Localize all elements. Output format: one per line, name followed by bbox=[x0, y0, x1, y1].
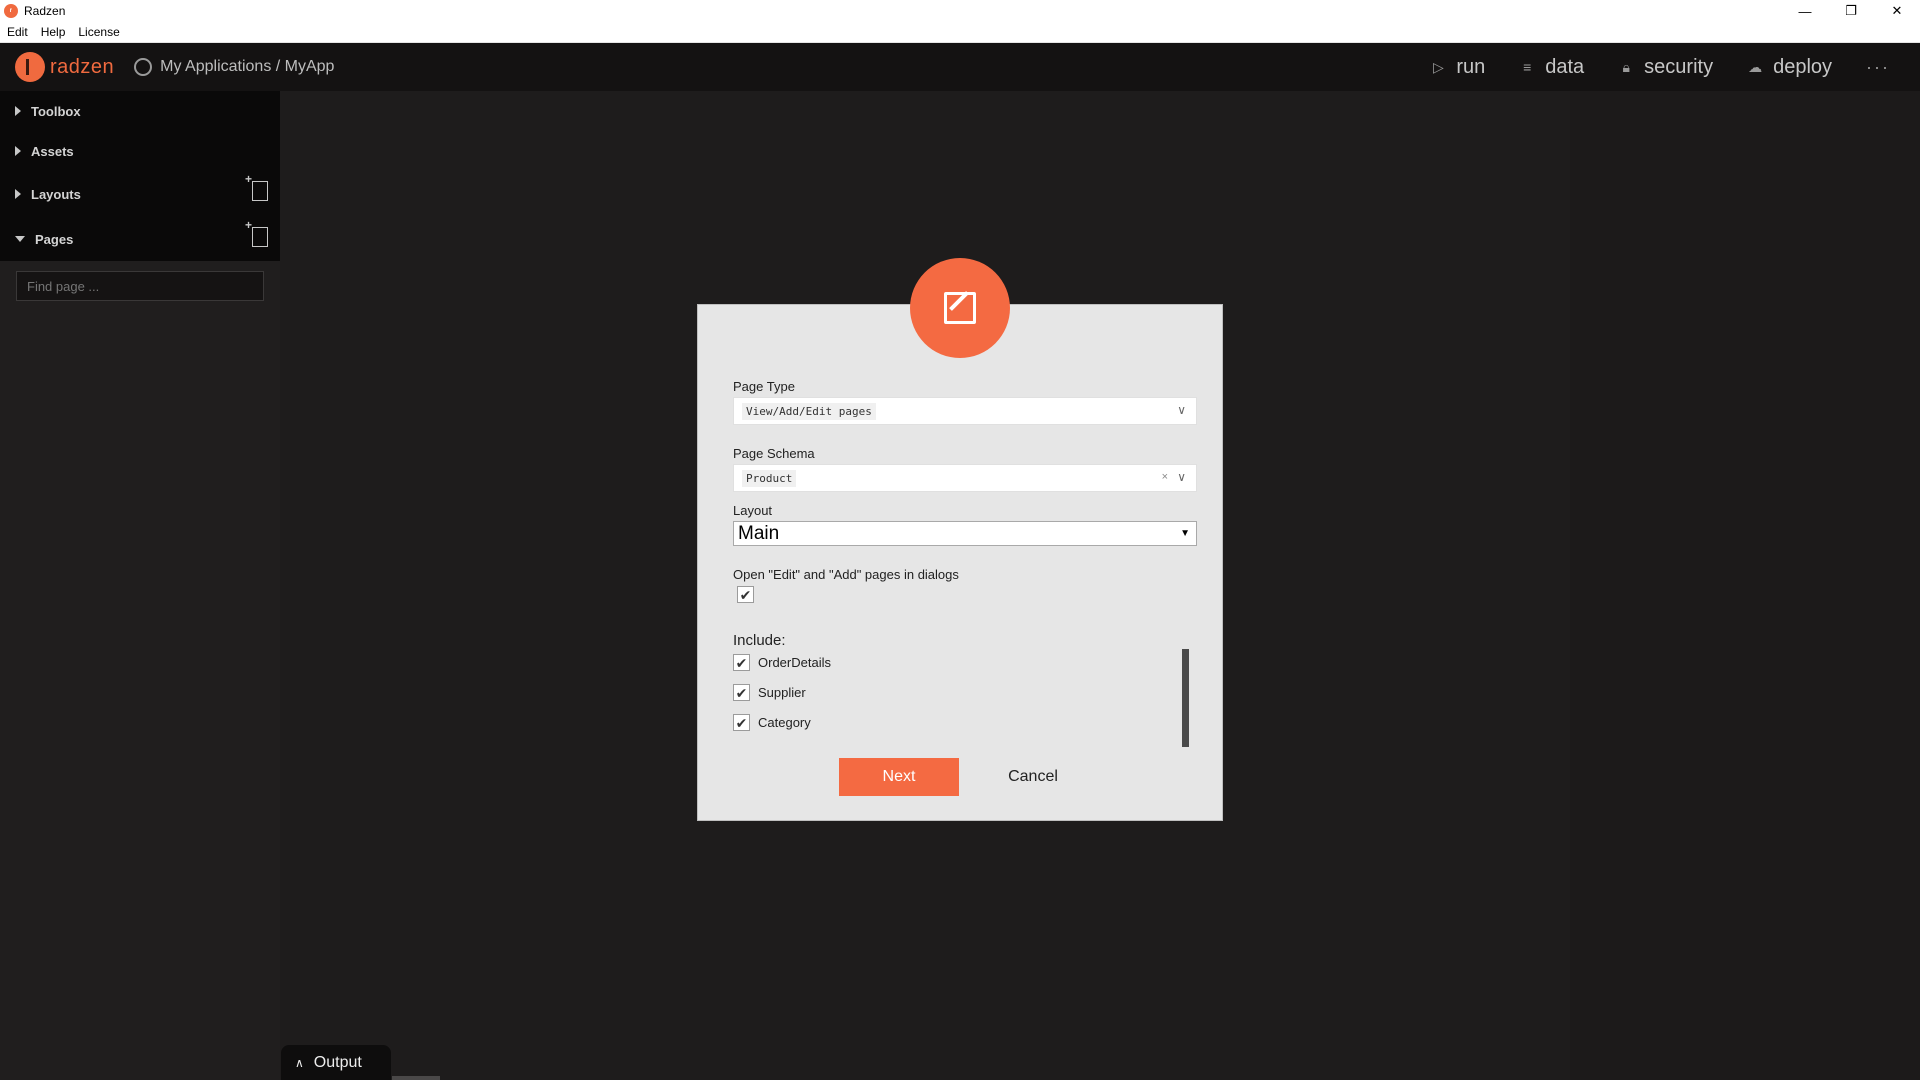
chevron-down-icon: ∨ bbox=[1177, 403, 1186, 417]
output-tab[interactable]: ∧ Output bbox=[281, 1045, 391, 1080]
menu-help[interactable]: Help bbox=[34, 25, 72, 39]
window-controls: — ❐ ✕ bbox=[1782, 0, 1920, 22]
caret-right-icon bbox=[15, 146, 21, 156]
dashboard-icon bbox=[134, 58, 153, 76]
security-button[interactable]: 🔒︎ security bbox=[1618, 56, 1713, 79]
include-category-checkbox[interactable]: ✔ bbox=[733, 714, 750, 731]
window-title-bar: ʳ Radzen — ❐ ✕ bbox=[0, 0, 1920, 22]
data-label: data bbox=[1545, 55, 1585, 78]
dialog-header-badge bbox=[910, 258, 1010, 358]
radzen-app-icon: ʳ bbox=[4, 4, 18, 18]
output-label: Output bbox=[313, 1053, 362, 1071]
cloud-upload-icon: ☁ bbox=[1748, 58, 1763, 75]
breadcrumb[interactable]: My Applications / MyApp bbox=[134, 58, 334, 76]
output-resize-handle[interactable] bbox=[392, 1076, 440, 1080]
layers-icon: ≡ bbox=[1523, 59, 1532, 75]
page-type-select[interactable]: View/Add/Edit pages ∨ bbox=[733, 397, 1197, 425]
minimize-icon[interactable]: — bbox=[1782, 0, 1828, 22]
layout-value: Main bbox=[738, 522, 780, 544]
close-icon[interactable]: ✕ bbox=[1874, 0, 1920, 22]
logo-text: radzen bbox=[50, 55, 115, 78]
radzen-window: ʳ Radzen — ❐ ✕ Edit Help License radzen … bbox=[0, 0, 1920, 1080]
menu-edit[interactable]: Edit bbox=[0, 25, 34, 39]
menu-license[interactable]: License bbox=[71, 25, 125, 39]
header-actions: ▷ run ≡ data 🔒︎ security ☁ deploy ··· bbox=[1430, 43, 1920, 91]
edit-icon bbox=[944, 292, 976, 324]
dialogs-option-checkbox[interactable]: ✔ bbox=[737, 586, 754, 603]
window-title: Radzen bbox=[24, 4, 66, 18]
sidebar-item-toolbox[interactable]: Toolbox bbox=[0, 91, 280, 131]
dialogs-option-label: Open "Edit" and "Add" pages in dialogs bbox=[733, 567, 959, 582]
run-label: run bbox=[1456, 55, 1486, 78]
caret-right-icon bbox=[15, 106, 21, 116]
chevron-down-icon: ∨ bbox=[1177, 470, 1186, 484]
include-orderdetails-label: OrderDetails bbox=[758, 655, 831, 670]
play-icon: ▷ bbox=[1432, 58, 1444, 75]
add-page-icon[interactable] bbox=[245, 219, 268, 247]
caret-right-icon bbox=[15, 189, 21, 199]
page-type-label: Page Type bbox=[733, 379, 795, 394]
sidebar-item-assets[interactable]: Assets bbox=[0, 131, 280, 171]
data-button[interactable]: ≡ data bbox=[1519, 56, 1584, 79]
page-schema-select[interactable]: Product × ∨ bbox=[733, 464, 1197, 492]
sidebar-item-pages[interactable]: Pages bbox=[0, 217, 280, 261]
run-button[interactable]: ▷ run bbox=[1430, 56, 1485, 79]
cancel-button[interactable]: Cancel bbox=[988, 758, 1078, 796]
sidebar-item-label: Toolbox bbox=[31, 103, 81, 119]
sidebar-item-label: Layouts bbox=[31, 186, 81, 202]
page-type-value: View/Add/Edit pages bbox=[742, 402, 876, 420]
deploy-label: deploy bbox=[1773, 55, 1833, 78]
sidebar-sections: Toolbox Assets Layouts Pages bbox=[0, 91, 280, 261]
caret-down-icon bbox=[15, 236, 25, 242]
clear-icon[interactable]: × bbox=[1162, 471, 1168, 483]
include-supplier-label: Supplier bbox=[758, 685, 806, 700]
new-page-dialog: Page Type View/Add/Edit pages ∨ Page Sch… bbox=[697, 304, 1223, 821]
restore-icon[interactable]: ❐ bbox=[1828, 0, 1874, 22]
sidebar-item-layouts[interactable]: Layouts bbox=[0, 171, 280, 217]
dropdown-arrow-icon: ▼ bbox=[1180, 528, 1190, 539]
more-options-button[interactable]: ··· bbox=[1866, 57, 1890, 78]
radzen-logo-icon bbox=[15, 52, 45, 82]
security-label: security bbox=[1644, 55, 1714, 78]
add-layout-icon[interactable] bbox=[245, 173, 268, 201]
sidebar: Toolbox Assets Layouts Pages bbox=[0, 91, 280, 1080]
sidebar-item-label: Pages bbox=[35, 231, 74, 247]
chevron-up-icon: ∧ bbox=[295, 1055, 304, 1070]
find-page-input[interactable] bbox=[16, 271, 264, 301]
next-button[interactable]: Next bbox=[839, 758, 959, 796]
app-header: radzen My Applications / MyApp ▷ run ≡ d… bbox=[0, 43, 1920, 91]
include-supplier-checkbox[interactable]: ✔ bbox=[733, 684, 750, 701]
properties-panel bbox=[1570, 91, 1920, 1080]
radzen-logo[interactable]: radzen bbox=[15, 52, 114, 82]
menu-bar: Edit Help License bbox=[0, 22, 1920, 43]
include-scrollbar[interactable] bbox=[1182, 649, 1189, 747]
layout-select[interactable]: Main ▼ bbox=[733, 521, 1197, 546]
page-schema-value: Product bbox=[742, 469, 797, 487]
lock-icon: 🔒︎ bbox=[1622, 58, 1630, 75]
breadcrumb-text: My Applications / MyApp bbox=[160, 58, 335, 75]
include-category-label: Category bbox=[758, 715, 811, 730]
page-schema-label: Page Schema bbox=[733, 446, 815, 461]
sidebar-item-label: Assets bbox=[31, 143, 74, 159]
layout-label: Layout bbox=[733, 503, 773, 518]
deploy-button[interactable]: ☁ deploy bbox=[1747, 56, 1832, 79]
include-orderdetails-checkbox[interactable]: ✔ bbox=[733, 654, 750, 671]
include-label: Include: bbox=[733, 632, 786, 649]
